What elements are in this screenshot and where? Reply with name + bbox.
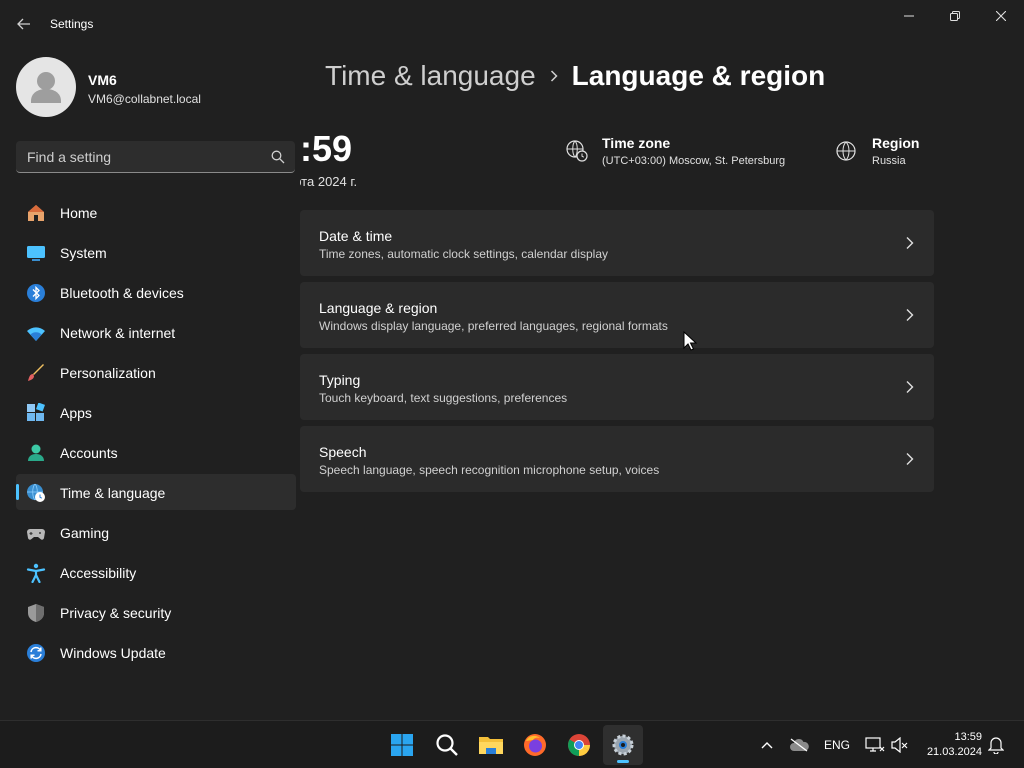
time-zone-value: (UTC+03:00) Moscow, St. Petersburg [602, 155, 786, 167]
sidebar-item-home[interactable]: Home [16, 194, 296, 230]
taskbar-clock[interactable]: 13:59 21.03.2024 [918, 730, 982, 760]
firefox-button[interactable] [515, 725, 555, 765]
file-explorer-button[interactable] [471, 725, 511, 765]
breadcrumb-parent[interactable]: Time & language [325, 60, 536, 92]
show-hidden-icons-button[interactable] [758, 735, 776, 755]
chevron-right-icon [906, 381, 914, 393]
restore-button[interactable] [932, 0, 978, 32]
shield-icon [28, 604, 44, 622]
chevron-right-icon [906, 309, 914, 321]
settings-taskbar-button[interactable] [603, 725, 643, 765]
taskbar-time: 13:59 [954, 731, 982, 743]
settings-icon [612, 734, 634, 756]
sidebar-item-apps[interactable]: Apps [16, 394, 296, 430]
sidebar-item-system[interactable]: System [16, 234, 296, 270]
app-title: Settings [50, 17, 94, 31]
settings-list: Date & time Time zones, automatic clock … [300, 210, 934, 498]
accounts-icon [28, 444, 44, 461]
firefox-icon [524, 734, 546, 756]
sidebar-item-privacy[interactable]: Privacy & security [16, 594, 296, 630]
current-time: 13:59 [300, 128, 353, 169]
sidebar-item-accounts[interactable]: Accounts [16, 434, 296, 470]
search-input[interactable] [16, 141, 266, 172]
card-date-time[interactable]: Date & time Time zones, automatic clock … [300, 210, 934, 276]
file-explorer-icon [479, 737, 503, 754]
apps-icon [27, 403, 45, 421]
sidebar-item-network[interactable]: Network & internet [16, 314, 296, 350]
bluetooth-icon [27, 284, 45, 302]
page-title: Language & region [571, 60, 826, 91]
network-tray-button[interactable] [864, 735, 886, 755]
start-icon [391, 734, 413, 756]
accessibility-icon [26, 563, 46, 583]
breadcrumb: Time & language Language & region [325, 58, 825, 94]
chevron-up-icon [761, 742, 773, 749]
card-typing[interactable]: Typing Touch keyboard, text suggestions,… [300, 354, 934, 420]
taskbar: ENG 13:59 21.03.2024 [0, 720, 1024, 768]
search-icon[interactable] [271, 150, 285, 164]
taskbar-search-button[interactable] [427, 725, 467, 765]
chevron-right-icon [550, 70, 558, 82]
brush-icon [28, 364, 44, 381]
title-bar: Settings [0, 0, 1024, 48]
chrome-button[interactable] [559, 725, 599, 765]
chevron-right-icon [906, 237, 914, 249]
close-button[interactable] [978, 0, 1024, 32]
current-date: 21 марта 2024 г. [300, 174, 358, 189]
region-info: Region Russia [835, 133, 935, 173]
globe-icon [836, 141, 856, 161]
search-icon [436, 734, 458, 756]
sidebar-item-personalization[interactable]: Personalization [16, 354, 296, 390]
user-silhouette-icon [31, 72, 61, 103]
language-indicator[interactable]: ENG [820, 735, 854, 755]
region-value: Russia [872, 155, 906, 167]
profile-name: VM6 [88, 72, 117, 88]
sidebar-item-bluetooth[interactable]: Bluetooth & devices [16, 274, 296, 310]
current-time-display: 13:59 21 марта 2024 г. [300, 122, 560, 192]
gamepad-icon [27, 529, 45, 540]
sidebar-item-windows-update[interactable]: Windows Update [16, 634, 296, 670]
user-profile[interactable]: VM6 VM6@collabnet.local [16, 57, 286, 117]
home-icon [28, 205, 44, 221]
cloud-offline-icon [790, 738, 809, 752]
profile-email: VM6@collabnet.local [88, 92, 201, 106]
start-button[interactable] [382, 725, 422, 765]
back-arrow-icon [17, 18, 30, 30]
update-icon [27, 644, 45, 662]
system-icon [27, 246, 45, 261]
sidebar-item-gaming[interactable]: Gaming [16, 514, 296, 550]
search-box[interactable] [16, 141, 295, 173]
sidebar-item-time-language[interactable]: Time & language [16, 474, 296, 510]
restore-icon [950, 11, 960, 21]
card-language-region[interactable]: Language & region Windows display langua… [300, 282, 934, 348]
card-speech[interactable]: Speech Speech language, speech recogniti… [300, 426, 934, 492]
wifi-icon [27, 327, 45, 341]
back-button[interactable] [10, 10, 38, 38]
minimize-icon [904, 15, 914, 17]
chevron-right-icon [906, 453, 914, 465]
globe-clock-icon [566, 140, 588, 162]
onedrive-tray-button[interactable] [788, 735, 810, 755]
time-zone-info: Time zone (UTC+03:00) Moscow, St. Peters… [565, 133, 805, 173]
volume-tray-button[interactable] [890, 735, 910, 755]
minimize-button[interactable] [886, 0, 932, 32]
network-disconnected-icon [865, 737, 885, 752]
mouse-cursor-icon [683, 331, 697, 351]
avatar [16, 57, 76, 117]
globe-clock-icon [27, 483, 45, 502]
region-title: Region [872, 135, 920, 151]
breadcrumb-separator [550, 70, 558, 82]
sidebar-nav: Home System Bluetooth & devices Network … [16, 194, 296, 674]
sidebar-item-accessibility[interactable]: Accessibility [16, 554, 296, 590]
time-zone-title: Time zone [602, 135, 671, 151]
chrome-icon [568, 734, 590, 756]
notifications-button[interactable] [986, 735, 1006, 755]
close-icon [996, 11, 1006, 21]
bell-icon [988, 737, 1004, 754]
taskbar-date: 21.03.2024 [926, 746, 982, 758]
speaker-muted-icon [891, 737, 908, 753]
